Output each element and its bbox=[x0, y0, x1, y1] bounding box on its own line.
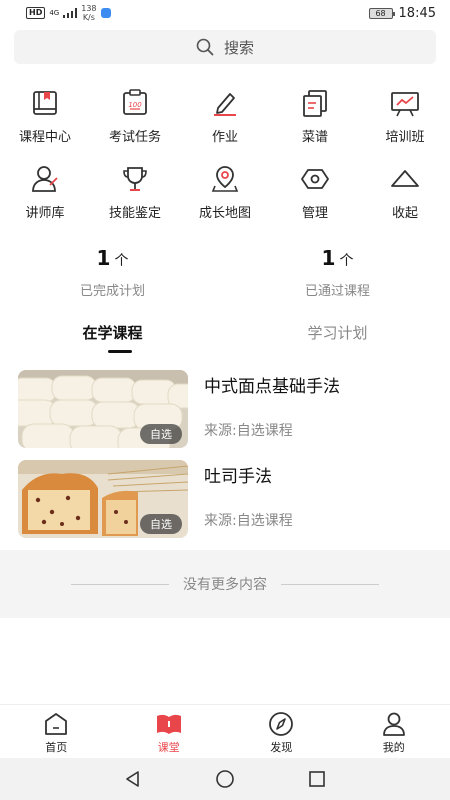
map-pin-icon bbox=[208, 162, 242, 196]
recipe-icon bbox=[298, 86, 332, 120]
course-tag: 自选 bbox=[140, 424, 182, 444]
course-source: 来源:自选课程 bbox=[204, 513, 293, 529]
course-title: 中式面点基础手法 bbox=[204, 377, 340, 397]
home-icon bbox=[42, 711, 70, 737]
stat-unit: 个 bbox=[339, 253, 354, 269]
hexagon-icon bbox=[298, 162, 332, 196]
stat-label: 已完成计划 bbox=[79, 284, 145, 299]
classroom-icon bbox=[155, 711, 183, 737]
grid-item-recipe[interactable]: 菜谱 bbox=[270, 86, 360, 145]
status-bar: HD 4G 138 K/s 68 18:45 bbox=[0, 0, 450, 26]
back-icon[interactable] bbox=[123, 769, 143, 789]
course-title: 吐司手法 bbox=[204, 467, 272, 487]
tab-study-plan[interactable]: 学习计划 bbox=[225, 322, 450, 343]
course-card[interactable]: 自选 中式面点基础手法 来源:自选课程 bbox=[18, 370, 432, 448]
exam-icon: 100 bbox=[118, 86, 152, 120]
grid-item-homework[interactable]: 作业 bbox=[180, 86, 270, 145]
home-circle-icon[interactable] bbox=[215, 769, 235, 789]
no-more-content: 没有更多内容 bbox=[0, 550, 450, 618]
grid-item-label: 收起 bbox=[391, 206, 418, 221]
net-speed: 138 K/s bbox=[81, 4, 96, 22]
hd-indicator: HD bbox=[26, 7, 46, 19]
grid-item-course-center[interactable]: 课程中心 bbox=[0, 86, 90, 145]
signal-icon bbox=[63, 8, 78, 18]
search-bar[interactable]: 搜索 bbox=[14, 30, 436, 64]
net-speed-value: 138 bbox=[81, 4, 97, 13]
tab-current-courses[interactable]: 在学课程 bbox=[0, 322, 225, 343]
grid-item-label: 管理 bbox=[301, 206, 328, 221]
grid-item-skill-assessment[interactable]: 技能鉴定 bbox=[90, 162, 180, 221]
function-grid-row-2: 讲师库 技能鉴定 成长地图 管理 收起 bbox=[0, 162, 450, 221]
grid-item-label: 技能鉴定 bbox=[108, 206, 161, 221]
grid-item-label: 考试任务 bbox=[108, 130, 161, 145]
grid-item-label: 课程中心 bbox=[18, 130, 71, 145]
course-tabs: 在学课程 学习计划 bbox=[0, 322, 450, 353]
course-thumbnail: 自选 bbox=[18, 460, 188, 538]
search-placeholder: 搜索 bbox=[223, 38, 254, 57]
search-icon bbox=[196, 38, 214, 56]
pencil-icon bbox=[208, 86, 242, 120]
nav-discover[interactable]: 发现 bbox=[225, 705, 338, 758]
grid-item-management[interactable]: 管理 bbox=[270, 162, 360, 221]
system-nav-bar bbox=[0, 758, 450, 800]
bottom-nav: 首页 课堂 发现 我的 bbox=[0, 704, 450, 758]
grid-item-collapse[interactable]: 收起 bbox=[360, 162, 450, 221]
grid-item-training-class[interactable]: 培训班 bbox=[360, 86, 450, 145]
divider-line bbox=[71, 583, 169, 585]
grid-item-label: 讲师库 bbox=[25, 206, 65, 221]
grid-item-growth-map[interactable]: 成长地图 bbox=[180, 162, 270, 221]
stat-value: 1 bbox=[321, 246, 336, 270]
grid-item-exam-task[interactable]: 100 考试任务 bbox=[90, 86, 180, 145]
book-icon bbox=[28, 86, 62, 120]
grid-item-label: 菜谱 bbox=[301, 130, 328, 145]
app-notification-icon bbox=[100, 8, 111, 18]
nav-mine[interactable]: 我的 bbox=[338, 705, 450, 758]
nav-home[interactable]: 首页 bbox=[0, 705, 113, 758]
no-more-text: 没有更多内容 bbox=[183, 577, 267, 593]
nav-label: 首页 bbox=[45, 741, 68, 754]
trophy-icon bbox=[118, 162, 152, 196]
teacher-icon bbox=[28, 162, 62, 196]
stat-completed-plans[interactable]: 1 个 已完成计划 bbox=[0, 246, 225, 299]
active-tab-indicator bbox=[108, 350, 132, 353]
nav-label: 我的 bbox=[382, 741, 405, 754]
course-thumbnail: 自选 bbox=[18, 370, 188, 448]
stat-value: 1 bbox=[96, 246, 111, 270]
chart-board-icon bbox=[388, 86, 422, 120]
stat-unit: 个 bbox=[114, 253, 129, 269]
grid-item-label: 培训班 bbox=[385, 130, 425, 145]
battery-icon: 68 bbox=[368, 7, 395, 19]
network-type: 4G bbox=[49, 9, 60, 17]
nav-label: 课堂 bbox=[157, 741, 180, 754]
net-speed-unit: K/s bbox=[82, 13, 95, 22]
nav-classroom[interactable]: 课堂 bbox=[113, 705, 226, 758]
course-source: 来源:自选课程 bbox=[204, 423, 293, 439]
divider-line bbox=[281, 583, 379, 585]
collapse-icon bbox=[388, 162, 422, 196]
grid-item-label: 成长地图 bbox=[198, 206, 251, 221]
learning-stats: 1 个 已完成计划 1 个 已通过课程 bbox=[0, 246, 450, 299]
stat-passed-courses[interactable]: 1 个 已通过课程 bbox=[225, 246, 450, 299]
user-icon bbox=[380, 711, 408, 737]
stat-label: 已通过课程 bbox=[304, 284, 370, 299]
svg-text:100: 100 bbox=[128, 101, 142, 109]
clock: 18:45 bbox=[398, 5, 436, 21]
course-card[interactable]: 自选 吐司手法 来源:自选课程 bbox=[18, 460, 432, 538]
course-tag: 自选 bbox=[140, 514, 182, 534]
function-grid-row-1: 课程中心 100 考试任务 作业 菜谱 培训班 bbox=[0, 86, 450, 145]
nav-label: 发现 bbox=[270, 741, 293, 754]
compass-icon bbox=[267, 711, 295, 737]
grid-item-label: 作业 bbox=[211, 130, 238, 145]
recents-icon[interactable] bbox=[307, 769, 327, 789]
grid-item-teacher-library[interactable]: 讲师库 bbox=[0, 162, 90, 221]
